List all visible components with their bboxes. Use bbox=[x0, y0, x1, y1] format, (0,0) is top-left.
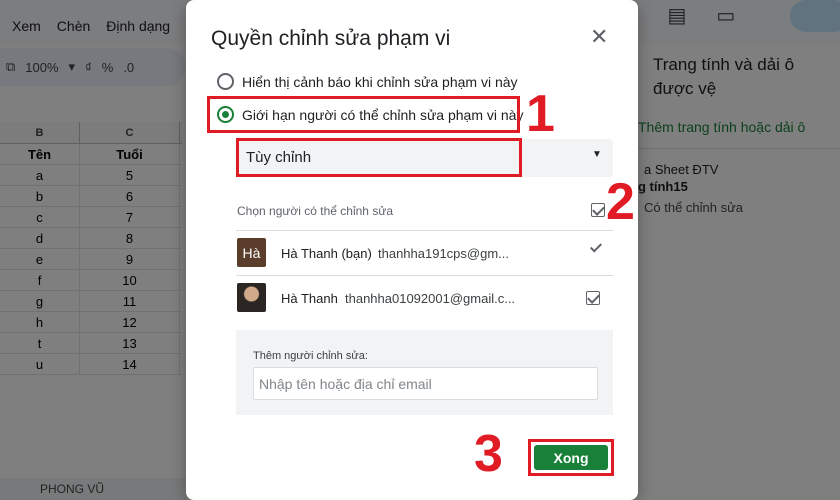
editor-row: Hà Hà Thanh (bạn) thanhha191cps@gm... bbox=[236, 230, 613, 275]
editor-email: thanhha01092001@gmail.c... bbox=[345, 291, 516, 306]
highlight-box-step3: Xong bbox=[528, 439, 614, 476]
done-button[interactable]: Xong bbox=[534, 445, 608, 470]
select-all-checkbox[interactable] bbox=[591, 203, 605, 217]
editors-header-label: Chọn người có thể chỉnh sửa bbox=[237, 204, 394, 218]
avatar-photo bbox=[237, 283, 266, 312]
editors-list: Chọn người có thể chỉnh sửa Hà Hà Thanh … bbox=[236, 196, 613, 320]
editor-name: Hà Thanh (bạn) bbox=[281, 246, 372, 261]
editor-name: Hà Thanh bbox=[281, 291, 338, 306]
add-editor-panel: Thêm người chỉnh sửa: bbox=[236, 330, 613, 415]
add-editor-input[interactable] bbox=[253, 367, 598, 400]
radio-show-warning[interactable]: Hiển thị cảnh báo khi chỉnh sửa phạm vi … bbox=[217, 73, 518, 90]
editor-row: Hà Thanh thanhha01092001@gmail.c... bbox=[236, 275, 613, 320]
editors-header: Chọn người có thể chỉnh sửa bbox=[236, 196, 613, 230]
add-editor-label: Thêm người chỉnh sửa: bbox=[253, 350, 368, 362]
step-number-1: 1 bbox=[526, 85, 555, 143]
highlight-box-step1 bbox=[207, 96, 520, 133]
avatar: Hà bbox=[237, 238, 266, 267]
radio-show-warning-label: Hiển thị cảnh báo khi chỉnh sửa phạm vi … bbox=[242, 73, 518, 90]
close-icon[interactable]: ✕ bbox=[590, 26, 608, 48]
dialog-title: Quyền chỉnh sửa phạm vi bbox=[211, 27, 451, 50]
radio-unselected-icon[interactable] bbox=[217, 73, 234, 90]
owner-check-icon bbox=[589, 240, 603, 253]
dropdown-arrow-icon[interactable]: ▼ bbox=[592, 149, 602, 160]
editor-email: thanhha191cps@gm... bbox=[378, 246, 510, 261]
range-permissions-dialog: Quyền chỉnh sửa phạm vi ✕ Hiển thị cảnh … bbox=[186, 0, 638, 500]
editor-checkbox[interactable] bbox=[586, 291, 600, 305]
highlight-box-step2 bbox=[236, 138, 522, 177]
step-number-3: 3 bbox=[474, 425, 503, 483]
